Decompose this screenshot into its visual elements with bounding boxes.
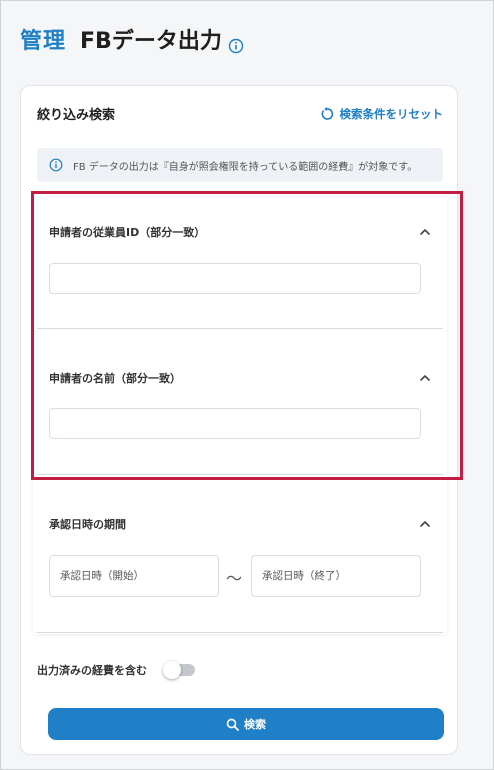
filter-panel-title: 絞り込み検索 — [37, 108, 116, 123]
approval-end-date-input[interactable] — [251, 555, 421, 597]
applicant-name-section-header[interactable]: 申請者の名前（部分一致） — [49, 370, 431, 386]
applicant-name-input[interactable] — [49, 408, 421, 439]
info-icon — [49, 158, 63, 172]
breadcrumb-admin[interactable]: 管理 — [20, 23, 66, 55]
include-exported-toggle[interactable] — [163, 661, 195, 679]
notice-banner: FB データの出力は『自身が照会権限を持っている範囲の経費』が対象です。 — [37, 148, 443, 182]
include-exported-label: 出力済みの経費を含む — [37, 664, 147, 677]
chevron-up-icon[interactable] — [419, 520, 431, 528]
filter-panel-header: 絞り込み検索 検索条件をリセット — [37, 104, 443, 123]
page-title: FBデータ出力 — [80, 29, 222, 54]
filter-sections: 申請者の従業員ID（部分一致） 申請者の名前（部分一致） 承認日時の期間 承認日… — [33, 194, 447, 634]
page-header: 管理 FBデータ出力 — [20, 23, 244, 55]
section-divider — [37, 632, 443, 633]
page-frame: 管理 FBデータ出力 絞り込み検索 検索条件をリセット FB データの出力は『自… — [0, 0, 494, 770]
section-divider — [37, 328, 443, 329]
reset-conditions-label: 検索条件をリセット — [339, 106, 444, 121]
info-icon[interactable] — [228, 38, 244, 54]
approval-period-label: 承認日時の期間 — [49, 518, 126, 531]
search-icon — [226, 718, 239, 731]
reset-icon — [321, 106, 333, 120]
search-button[interactable]: 検索 — [48, 708, 444, 740]
notice-text: FB データの出力は『自身が照会権限を持っている範囲の経費』が対象です。 — [73, 161, 418, 173]
date-range-separator: 〜 — [226, 569, 243, 588]
reset-conditions-button[interactable]: 検索条件をリセット — [320, 106, 444, 122]
approval-period-section-header[interactable]: 承認日時の期間 — [49, 516, 431, 532]
filter-panel: 絞り込み検索 検索条件をリセット FB データの出力は『自身が照会権限を持ってい… — [20, 85, 458, 755]
include-exported-row: 出力済みの経費を含む — [37, 661, 195, 679]
approval-start-date-input[interactable] — [49, 555, 219, 597]
employee-id-input[interactable] — [49, 263, 421, 294]
section-divider — [37, 474, 443, 475]
chevron-up-icon[interactable] — [419, 228, 431, 236]
employee-id-label: 申請者の従業員ID（部分一致） — [49, 226, 206, 239]
search-button-label: 検索 — [244, 718, 266, 731]
toggle-knob[interactable] — [163, 661, 181, 679]
employee-id-section-header[interactable]: 申請者の従業員ID（部分一致） — [49, 224, 431, 240]
chevron-up-icon[interactable] — [419, 374, 431, 382]
applicant-name-label: 申請者の名前（部分一致） — [49, 372, 181, 385]
